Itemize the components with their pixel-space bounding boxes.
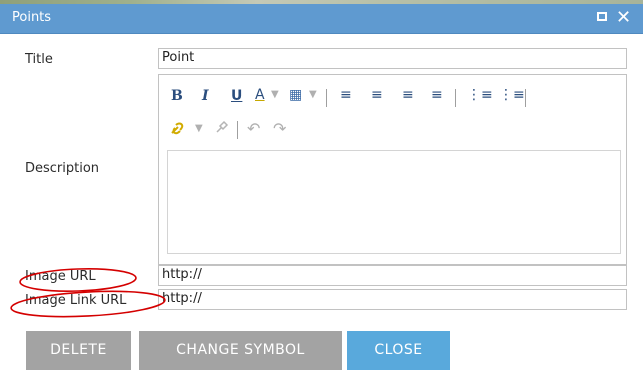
description-editor: B I U A ▼ ▦ ▼ ≡ ≡ ≡ ≡ ⋮≡ ⋮≡ ▼ ↶ ↷	[158, 74, 627, 265]
bullet-list-icon[interactable]: ⋮≡	[499, 87, 525, 103]
bold-icon[interactable]: B	[171, 88, 183, 104]
toolbar-separator	[455, 89, 456, 107]
change-symbol-button[interactable]: CHANGE SYMBOL	[139, 331, 342, 370]
align-right-icon[interactable]: ≡	[402, 87, 414, 103]
description-textarea[interactable]	[167, 150, 621, 254]
highlight-dropdown-icon[interactable]: ▼	[309, 89, 317, 100]
align-justify-icon[interactable]: ≡	[431, 87, 443, 103]
underline-icon[interactable]: U	[231, 88, 242, 104]
image-link-url-input[interactable]: http://	[158, 289, 627, 310]
toolbar-separator	[326, 89, 327, 107]
toolbar-separator	[525, 89, 526, 107]
maximize-icon[interactable]	[597, 12, 607, 21]
undo-icon[interactable]: ↶	[247, 119, 260, 138]
dialog-title: Points	[12, 10, 52, 25]
image-url-label: Image URL	[25, 269, 96, 284]
unlink-icon[interactable]	[214, 119, 230, 139]
italic-icon[interactable]: I	[202, 88, 209, 104]
toolbar-separator	[237, 121, 238, 139]
title-input[interactable]: Point	[158, 48, 627, 69]
close-icon[interactable]: ✕	[616, 7, 631, 28]
points-dialog: Points ✕ Title Point B I U A ▼ ▦ ▼ ≡ ≡ ≡…	[0, 4, 643, 378]
image-link-url-label: Image Link URL	[25, 293, 127, 308]
highlight-color-icon[interactable]: ▦	[289, 87, 302, 103]
link-dropdown-icon[interactable]: ▼	[195, 123, 203, 134]
redo-icon[interactable]: ↷	[273, 119, 286, 138]
font-color-dropdown-icon[interactable]: ▼	[271, 89, 279, 100]
align-center-icon[interactable]: ≡	[371, 87, 383, 103]
align-left-icon[interactable]: ≡	[340, 87, 352, 103]
font-color-icon[interactable]: A	[255, 87, 265, 103]
description-label: Description	[25, 161, 100, 176]
close-button[interactable]: CLOSE	[347, 331, 450, 370]
delete-button[interactable]: DELETE	[26, 331, 131, 370]
title-label: Title	[25, 52, 53, 67]
image-url-input[interactable]: http://	[158, 265, 627, 286]
dialog-titlebar[interactable]: Points ✕	[0, 4, 643, 34]
numbered-list-icon[interactable]: ⋮≡	[467, 87, 493, 103]
link-icon[interactable]	[169, 120, 187, 140]
